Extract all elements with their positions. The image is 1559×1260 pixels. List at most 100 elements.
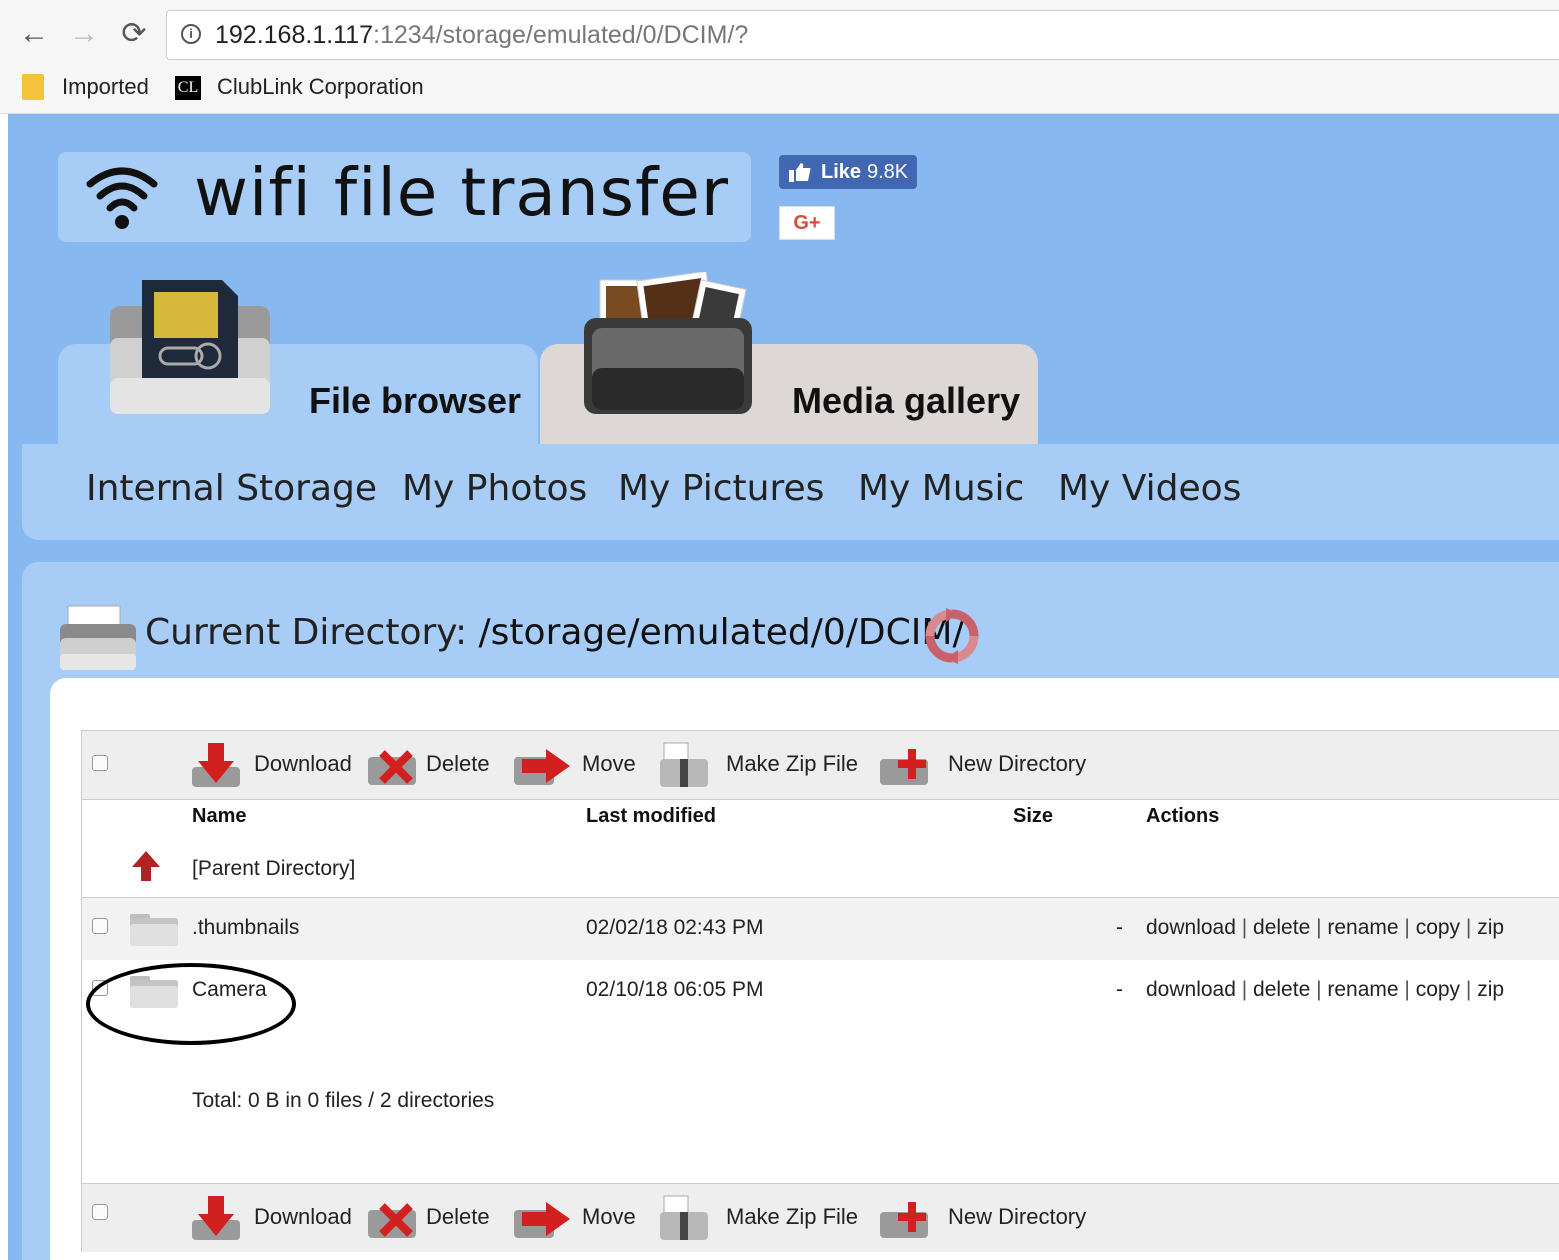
file-name[interactable]: .thumbnails	[192, 916, 299, 940]
folder-icon	[22, 74, 44, 100]
toolbar-bottom: Download Delete Move Make Zip File New D…	[82, 1183, 1559, 1252]
make-zip-label: Make Zip File	[726, 1204, 859, 1229]
table-row: Camera 02/10/18 06:05 PM - download | de…	[82, 960, 1559, 1022]
nav-internal-storage[interactable]: Internal Storage	[86, 468, 377, 509]
select-all-checkbox[interactable]	[92, 755, 108, 771]
app-page: wifi file transfer Like 9.8K G+ File bro…	[8, 114, 1559, 1260]
browser-chrome: ← → ⟳ i 192.168.1.117:1234/storage/emula…	[0, 0, 1559, 114]
toolbar-top: Download Delete Move Make Zip File New D…	[82, 731, 1559, 800]
file-browser-content: Current Directory: /storage/emulated/0/D…	[22, 562, 1559, 1260]
move-icon	[514, 749, 570, 785]
copy-link[interactable]: copy	[1416, 916, 1460, 939]
file-size: -	[1116, 916, 1123, 939]
move-button[interactable]: Move	[512, 731, 642, 799]
download-icon	[192, 1196, 240, 1240]
file-list-panel: Download Delete Move Make Zip File New D…	[50, 678, 1559, 1260]
bookmark-clublink[interactable]: ClubLink Corporation	[217, 72, 424, 102]
new-directory-label: New Directory	[948, 751, 1087, 776]
delete-link[interactable]: delete	[1253, 916, 1310, 939]
annotation-ellipse	[86, 963, 296, 1045]
thumbs-up-icon	[789, 163, 811, 182]
info-icon[interactable]: i	[181, 24, 201, 44]
header-size[interactable]: Size	[1013, 805, 1053, 828]
up-arrow-icon	[132, 851, 160, 881]
download-button[interactable]: Download	[190, 731, 352, 799]
wifi-icon	[86, 167, 158, 229]
delete-label: Delete	[426, 751, 490, 776]
download-icon	[192, 743, 240, 787]
total-summary: Total: 0 B in 0 files / 2 directories	[192, 1089, 495, 1112]
nav-my-photos[interactable]: My Photos	[402, 468, 587, 509]
parent-directory-link[interactable]: [Parent Directory]	[192, 857, 355, 881]
facebook-like-button[interactable]: Like 9.8K	[779, 155, 917, 189]
file-modified: 02/02/18 02:43 PM	[586, 916, 764, 939]
row-actions: download | delete | rename | copy | zip	[1146, 978, 1505, 1001]
move-icon	[514, 1202, 570, 1238]
make-zip-button[interactable]: Make Zip File	[658, 1184, 868, 1252]
rename-link[interactable]: rename	[1327, 978, 1398, 1001]
storage-nav: Internal Storage My Photos My Pictures M…	[22, 444, 1559, 540]
move-button[interactable]: Move	[512, 1184, 642, 1252]
table-row: .thumbnails 02/02/18 02:43 PM - download…	[82, 897, 1559, 960]
new-directory-button[interactable]: New Directory	[878, 731, 1098, 799]
download-link[interactable]: download	[1146, 978, 1236, 1001]
facebook-like-count: 9.8K	[867, 161, 909, 183]
make-zip-button[interactable]: Make Zip File	[658, 731, 868, 799]
facebook-like-label: Like	[821, 161, 862, 183]
nav-my-pictures[interactable]: My Pictures	[618, 468, 824, 509]
refresh-icon[interactable]	[924, 608, 980, 664]
file-modified: 02/10/18 06:05 PM	[586, 978, 764, 1001]
sd-card-folder-icon	[110, 280, 270, 414]
forward-arrow-icon[interactable]: →	[66, 16, 102, 52]
copy-link[interactable]: copy	[1416, 978, 1460, 1001]
select-all-checkbox[interactable]	[92, 1204, 108, 1220]
header-name[interactable]: Name	[192, 805, 246, 828]
reload-icon[interactable]: ⟳	[116, 16, 152, 52]
file-size: -	[1116, 978, 1123, 1001]
delete-label: Delete	[426, 1204, 490, 1229]
delete-link[interactable]: delete	[1253, 978, 1310, 1001]
download-label: Download	[254, 1204, 352, 1229]
delete-button[interactable]: Delete	[366, 1184, 496, 1252]
rename-link[interactable]: rename	[1327, 916, 1398, 939]
delete-icon	[368, 1203, 416, 1238]
tab-media-gallery-label: Media gallery	[792, 380, 1021, 421]
download-link[interactable]: download	[1146, 916, 1236, 939]
new-folder-icon	[880, 1202, 928, 1238]
app-title: wifi file transfer	[194, 154, 730, 231]
delete-icon	[368, 750, 416, 785]
download-button[interactable]: Download	[190, 1184, 352, 1252]
new-directory-label: New Directory	[948, 1204, 1087, 1229]
file-table: Download Delete Move Make Zip File New D…	[81, 730, 1559, 1252]
download-label: Download	[254, 751, 352, 776]
app-logo[interactable]: wifi file transfer	[58, 152, 751, 242]
move-label: Move	[582, 1204, 636, 1229]
current-directory-path: /storage/emulated/0/DCIM/	[478, 612, 965, 653]
bookmark-imported[interactable]: Imported	[62, 72, 149, 102]
zip-icon	[660, 1195, 708, 1240]
current-directory: Current Directory: /storage/emulated/0/D…	[145, 612, 965, 653]
google-plus-button[interactable]: G+	[779, 206, 835, 240]
drive-icon	[60, 605, 136, 670]
new-directory-button[interactable]: New Directory	[878, 1184, 1098, 1252]
url-path: :1234/storage/emulated/0/DCIM/?	[373, 21, 749, 49]
zip-link[interactable]: zip	[1477, 916, 1504, 939]
address-bar[interactable]: i 192.168.1.117:1234/storage/emulated/0/…	[166, 10, 1559, 60]
clublink-icon: CL	[175, 76, 201, 100]
nav-my-videos[interactable]: My Videos	[1058, 468, 1241, 509]
move-label: Move	[582, 751, 636, 776]
header-actions: Actions	[1146, 805, 1220, 827]
make-zip-label: Make Zip File	[726, 751, 859, 776]
delete-button[interactable]: Delete	[366, 731, 496, 799]
row-checkbox[interactable]	[92, 918, 108, 934]
header-last-modified[interactable]: Last modified	[586, 805, 716, 828]
back-arrow-icon[interactable]: ←	[16, 16, 52, 52]
new-folder-icon	[880, 749, 928, 785]
bookmarks-bar: Imported CL ClubLink Corporation	[0, 68, 1559, 110]
current-directory-label: Current Directory:	[145, 612, 468, 653]
nav-my-music[interactable]: My Music	[858, 468, 1024, 509]
url-text: 192.168.1.117:1234/storage/emulated/0/DC…	[215, 21, 748, 50]
zip-link[interactable]: zip	[1477, 978, 1504, 1001]
media-folder-icon	[584, 272, 752, 414]
zip-icon	[660, 742, 708, 787]
